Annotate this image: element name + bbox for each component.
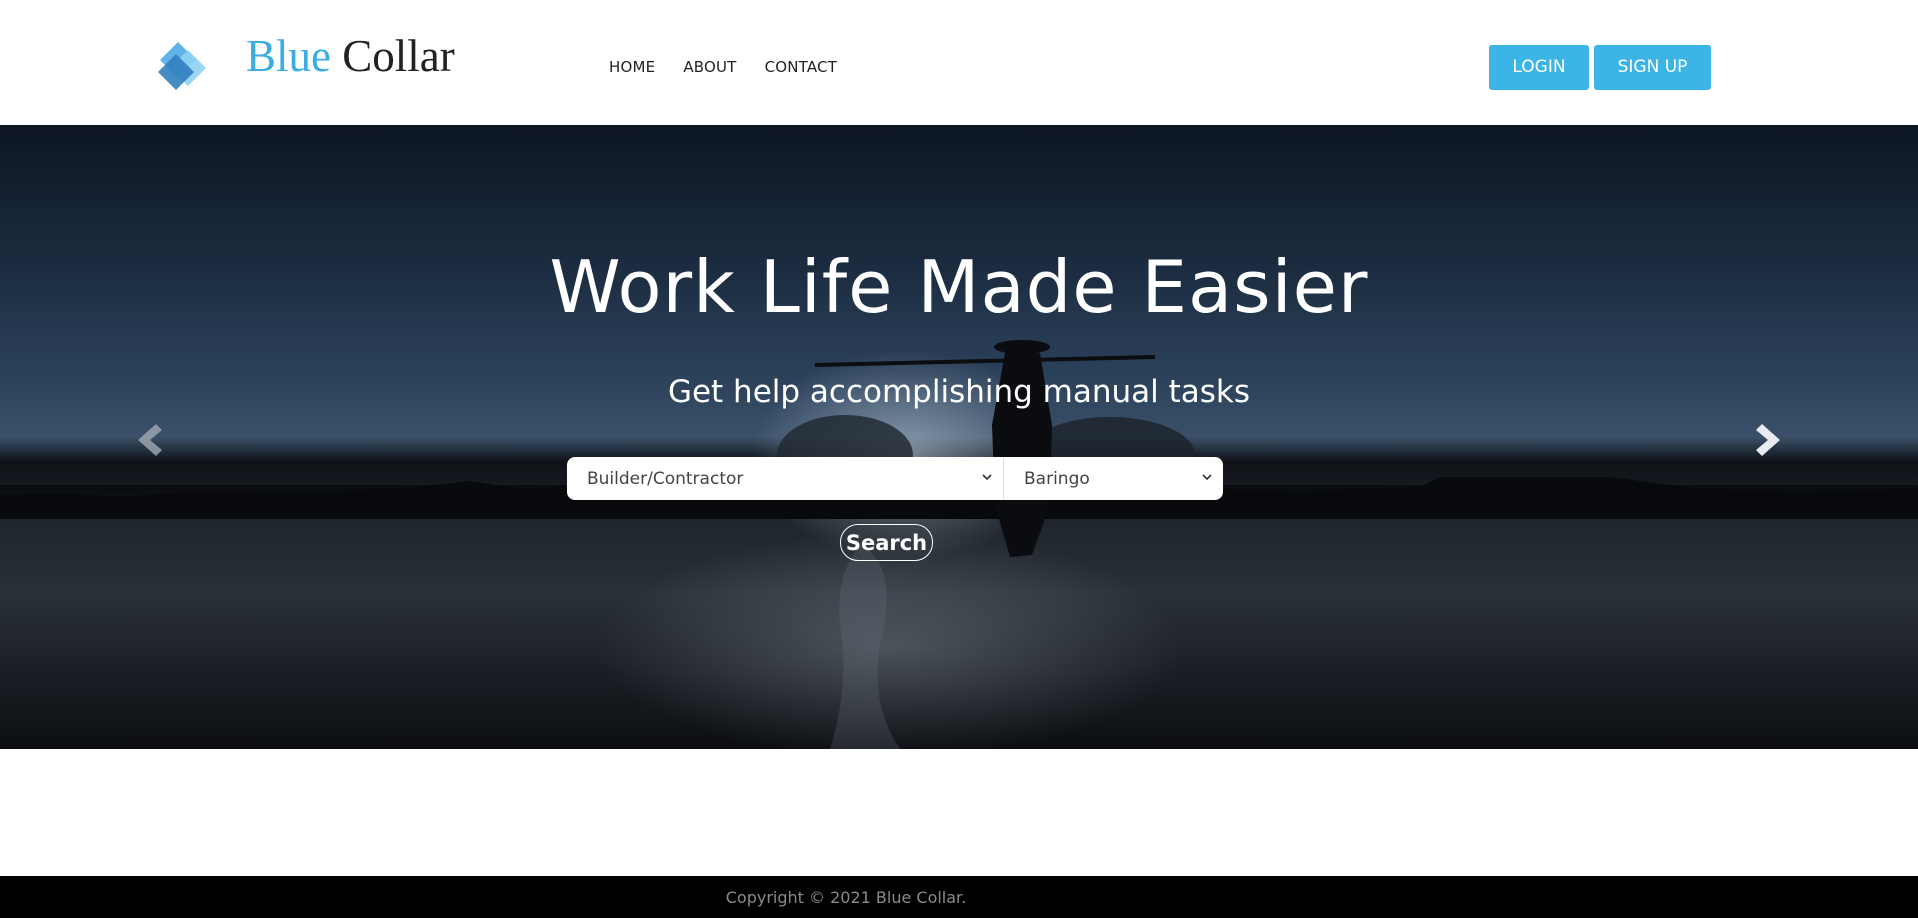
search-button[interactable]: Search [840,524,933,561]
nav-about-link[interactable]: ABOUT [683,57,736,77]
brand-name[interactable]: Blue Collar [246,28,455,84]
site-header: Blue Collar HOME ABOUT CONTACT LOGIN SIG… [0,0,1918,125]
county-select-value: Baringo [1024,468,1090,489]
nav-contact-link[interactable]: CONTACT [765,57,838,77]
county-select[interactable]: Baringo [1004,457,1223,500]
login-button[interactable]: LOGIN [1489,45,1589,90]
site-footer: Copyright © 2021 Blue Collar. [0,876,1918,918]
chevron-right-icon[interactable] [1754,420,1788,460]
chevron-down-icon [982,474,992,481]
nav-home-link[interactable]: HOME [609,57,655,77]
signup-button[interactable]: SIGN UP [1594,45,1711,90]
brand-name-collar: Collar [342,31,455,81]
logo-icon[interactable] [156,40,208,92]
hero-carousel: Work Life Made Easier Get help accomplis… [0,125,1918,749]
main-nav: HOME ABOUT CONTACT [609,57,837,77]
chevron-down-icon [1202,474,1212,481]
trade-select[interactable]: Builder/Contractor [567,457,1004,500]
hero-subtitle: Get help accomplishing manual tasks [667,374,1251,410]
hero-title: Work Life Made Easier [549,245,1369,329]
chevron-left-icon[interactable] [130,420,164,460]
hero-background-image [0,340,1918,749]
brand-name-blue: Blue [246,31,331,81]
search-form: Builder/Contractor Baringo [567,457,1223,500]
trade-select-value: Builder/Contractor [587,468,744,489]
auth-buttons: LOGIN SIGN UP [1489,45,1711,90]
copyright-text: Copyright © 2021 Blue Collar. [725,888,967,907]
